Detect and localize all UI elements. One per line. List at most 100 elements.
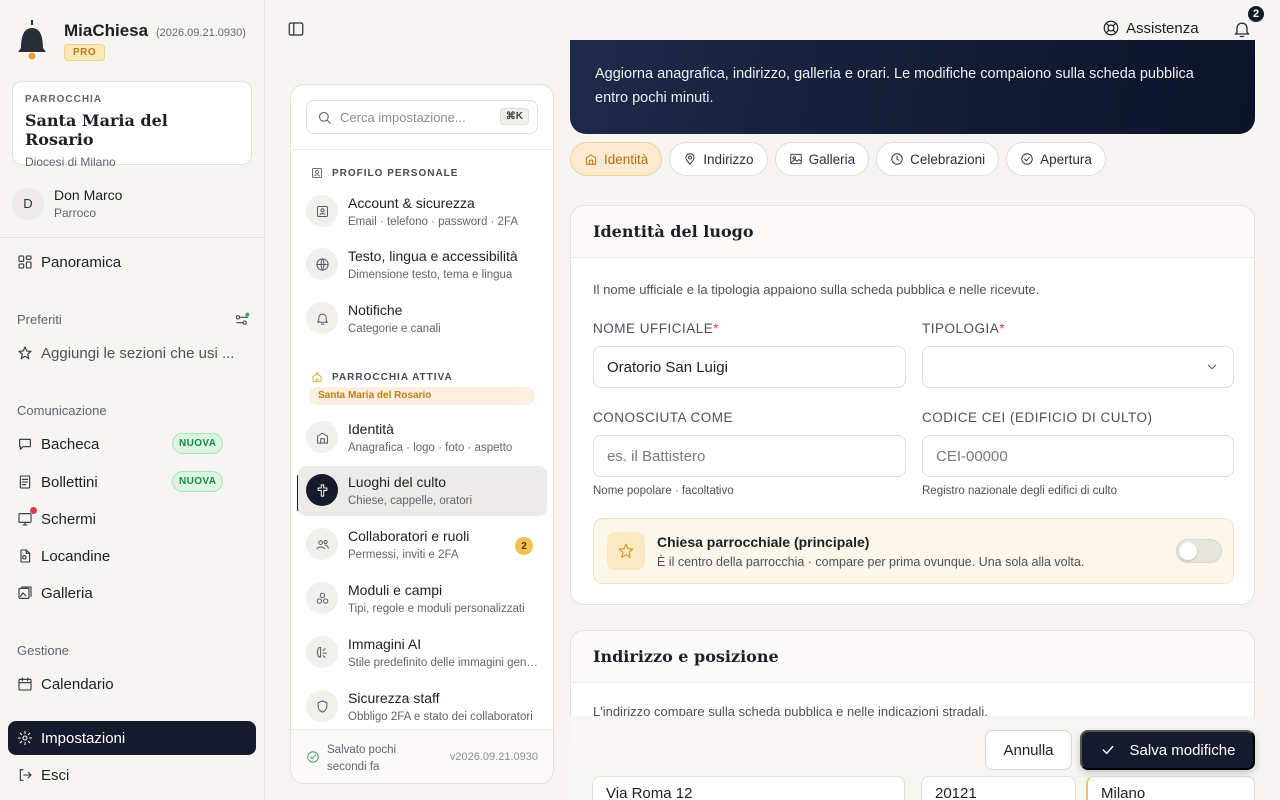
app-name: MiaChiesa bbox=[64, 21, 149, 40]
parish-kicker: PARROCCHIA bbox=[25, 94, 103, 105]
settings-search[interactable]: ⌘K bbox=[306, 100, 538, 134]
page-hero: Aggiorna anagrafica, indirizzo, galleria… bbox=[570, 40, 1255, 134]
sidebar-toggle-icon[interactable] bbox=[287, 20, 305, 38]
known-as-label: CONOSCIUTA COME bbox=[593, 410, 734, 425]
settings-item-title: Testo, lingua e accessibilità bbox=[348, 248, 518, 264]
settings-item-ai-images[interactable]: Immagini AI Stile predefinito delle immag… bbox=[298, 628, 547, 678]
management-title: Gestione bbox=[17, 643, 70, 658]
ai-brain-icon bbox=[306, 636, 338, 668]
settings-item-desc: Stile predefinito delle immagini generat… bbox=[348, 657, 538, 669]
edit-favorites-icon[interactable] bbox=[234, 312, 250, 328]
tab-identity[interactable]: Identità bbox=[570, 142, 663, 176]
settings-item-text-language[interactable]: Testo, lingua e accessibilità Dimensione … bbox=[298, 240, 547, 290]
document-icon bbox=[19, 475, 31, 489]
settings-item-desc: Chiese, cappelle, oratori bbox=[348, 495, 473, 507]
settings-item-desc: Dimensione testo, tema e lingua bbox=[348, 269, 513, 281]
settings-item-title: Luoghi del culto bbox=[348, 474, 447, 490]
nav-bulletins-label: Bollettini bbox=[41, 473, 98, 491]
nav-board[interactable]: Bacheca NUOVA bbox=[8, 427, 256, 461]
official-name-input[interactable]: Oratorio San Luigi bbox=[593, 346, 906, 388]
tab-opening[interactable]: Apertura bbox=[1006, 142, 1106, 176]
lifebuoy-icon bbox=[1103, 20, 1119, 36]
tab-address[interactable]: Indirizzo bbox=[669, 142, 768, 176]
settings-item-desc: Categorie e canali bbox=[348, 323, 441, 335]
cei-code-input[interactable]: CEI-00000 bbox=[922, 435, 1234, 477]
settings-item-places-of-worship[interactable]: Luoghi del culto Chiese, cappelle, orator… bbox=[298, 466, 547, 516]
nav-bulletins[interactable]: Bollettini NUOVA bbox=[8, 465, 256, 499]
tab-gallery[interactable]: Galleria bbox=[774, 142, 870, 176]
id-card-icon bbox=[312, 168, 322, 178]
version-label: v2026.09.21.0930 bbox=[449, 751, 538, 763]
cei-code-label: CODICE CEI (EDIFICIO DI CULTO) bbox=[922, 410, 1153, 425]
pending-count-badge: 2 bbox=[515, 537, 533, 555]
panel-divider bbox=[291, 149, 553, 150]
tab-celebrations[interactable]: Celebrazioni bbox=[876, 142, 1000, 176]
settings-item-forms[interactable]: Moduli e campi Tipi, regole e moduli pers… bbox=[298, 574, 547, 624]
main-church-toggle-row: Chiesa parrocchiale (principale) È il ce… bbox=[593, 518, 1234, 584]
star-icon bbox=[607, 532, 645, 570]
chevron-down-icon bbox=[1208, 364, 1216, 370]
cancel-button[interactable]: Annulla bbox=[985, 730, 1072, 770]
sidebar-divider bbox=[0, 237, 264, 238]
settings-item-account[interactable]: Account & sicurezza Email · telefono · pa… bbox=[298, 187, 547, 237]
save-button[interactable]: Salva modifiche bbox=[1080, 730, 1255, 770]
settings-item-staff-security[interactable]: Sicurezza staff Obbligo 2FA e stato dei c… bbox=[298, 682, 547, 732]
settings-item-notifications[interactable]: Notifiche Categorie e canali bbox=[298, 294, 547, 344]
nav-calendar-label: Calendario bbox=[41, 675, 114, 693]
star-icon bbox=[18, 346, 32, 360]
parish-switcher[interactable]: PARROCCHIA Santa Maria del Rosario Dioce… bbox=[12, 81, 252, 169]
app-version: (2026.09.21.0930) bbox=[155, 27, 246, 39]
poster-icon bbox=[20, 549, 31, 563]
save-button-label: Salva modifiche bbox=[1129, 741, 1236, 759]
alert-dot bbox=[30, 507, 37, 514]
assistance-label: Assistenza bbox=[1126, 19, 1199, 37]
nav-gallery[interactable]: Galleria bbox=[8, 576, 256, 610]
building-icon bbox=[306, 421, 338, 453]
nav-posters[interactable]: Locandine bbox=[8, 539, 256, 573]
settings-search-input[interactable] bbox=[340, 109, 490, 125]
cross-icon bbox=[306, 474, 338, 506]
nav-calendar[interactable]: Calendario bbox=[8, 667, 256, 701]
search-shortcut: ⌘K bbox=[499, 108, 529, 125]
shapes-icon bbox=[306, 582, 338, 614]
type-select[interactable] bbox=[922, 346, 1234, 388]
zip-input[interactable]: 20121 bbox=[921, 776, 1076, 800]
nav-logout[interactable]: Esci bbox=[8, 758, 256, 792]
user-profile[interactable]: D Don Marco Parroco bbox=[12, 187, 122, 220]
city-input[interactable]: Milano bbox=[1086, 776, 1255, 800]
church-icon bbox=[312, 371, 322, 382]
gear-icon bbox=[17, 730, 33, 746]
main-church-switch[interactable] bbox=[1176, 539, 1222, 563]
settings-item-identity[interactable]: Identità Anagrafica · logo · foto · aspet… bbox=[298, 413, 547, 463]
nav-screens[interactable]: Schermi bbox=[8, 502, 256, 536]
street-input[interactable]: Via Roma 12 bbox=[592, 776, 905, 800]
nav-overview[interactable]: Panoramica bbox=[8, 245, 256, 279]
settings-item-title: Notifiche bbox=[348, 302, 403, 318]
nav-screens-label: Schermi bbox=[41, 510, 97, 528]
nav-add-favorites[interactable]: Aggiungi le sezioni che usi ... bbox=[8, 336, 256, 370]
nav-posters-label: Locandine bbox=[41, 547, 111, 565]
clock-icon bbox=[891, 153, 903, 165]
settings-item-desc: Obbligo 2FA e stato dei collaboratori bbox=[348, 711, 533, 723]
settings-item-desc: Tipi, regole e moduli personalizzati bbox=[348, 603, 525, 615]
switch-knob bbox=[1179, 542, 1197, 560]
save-status-text: Salvato pochi secondi fa bbox=[327, 744, 397, 773]
assistance-button[interactable]: Assistenza bbox=[1102, 19, 1199, 37]
users-icon bbox=[306, 528, 338, 560]
nav-settings[interactable]: Impostazioni bbox=[8, 721, 256, 755]
settings-item-title: Account & sicurezza bbox=[348, 195, 475, 211]
settings-item-collaborators[interactable]: Collaboratori e ruoli Permessi, inviti e … bbox=[298, 520, 547, 570]
active-parish-title: PARROCCHIA ATTIVA bbox=[311, 371, 453, 383]
gallery-icon bbox=[18, 586, 32, 599]
plan-badge: PRO bbox=[64, 44, 106, 61]
main-church-title: Chiesa parrocchiale (principale) bbox=[657, 534, 870, 550]
new-badge: NUOVA bbox=[172, 433, 224, 454]
brand[interactable]: MiaChiesa (2026.09.21.0930) PRO bbox=[14, 18, 246, 62]
avatar: D bbox=[12, 187, 44, 220]
known-as-input[interactable]: es. il Battistero bbox=[593, 435, 906, 477]
nav-board-label: Bacheca bbox=[41, 435, 100, 453]
check-circle-icon bbox=[1021, 153, 1033, 165]
settings-item-desc: Email · telefono · password · 2FA bbox=[348, 216, 519, 228]
settings-item-desc: Anagrafica · logo · foto · aspetto bbox=[348, 442, 513, 454]
user-name: Don Marco bbox=[54, 187, 123, 203]
